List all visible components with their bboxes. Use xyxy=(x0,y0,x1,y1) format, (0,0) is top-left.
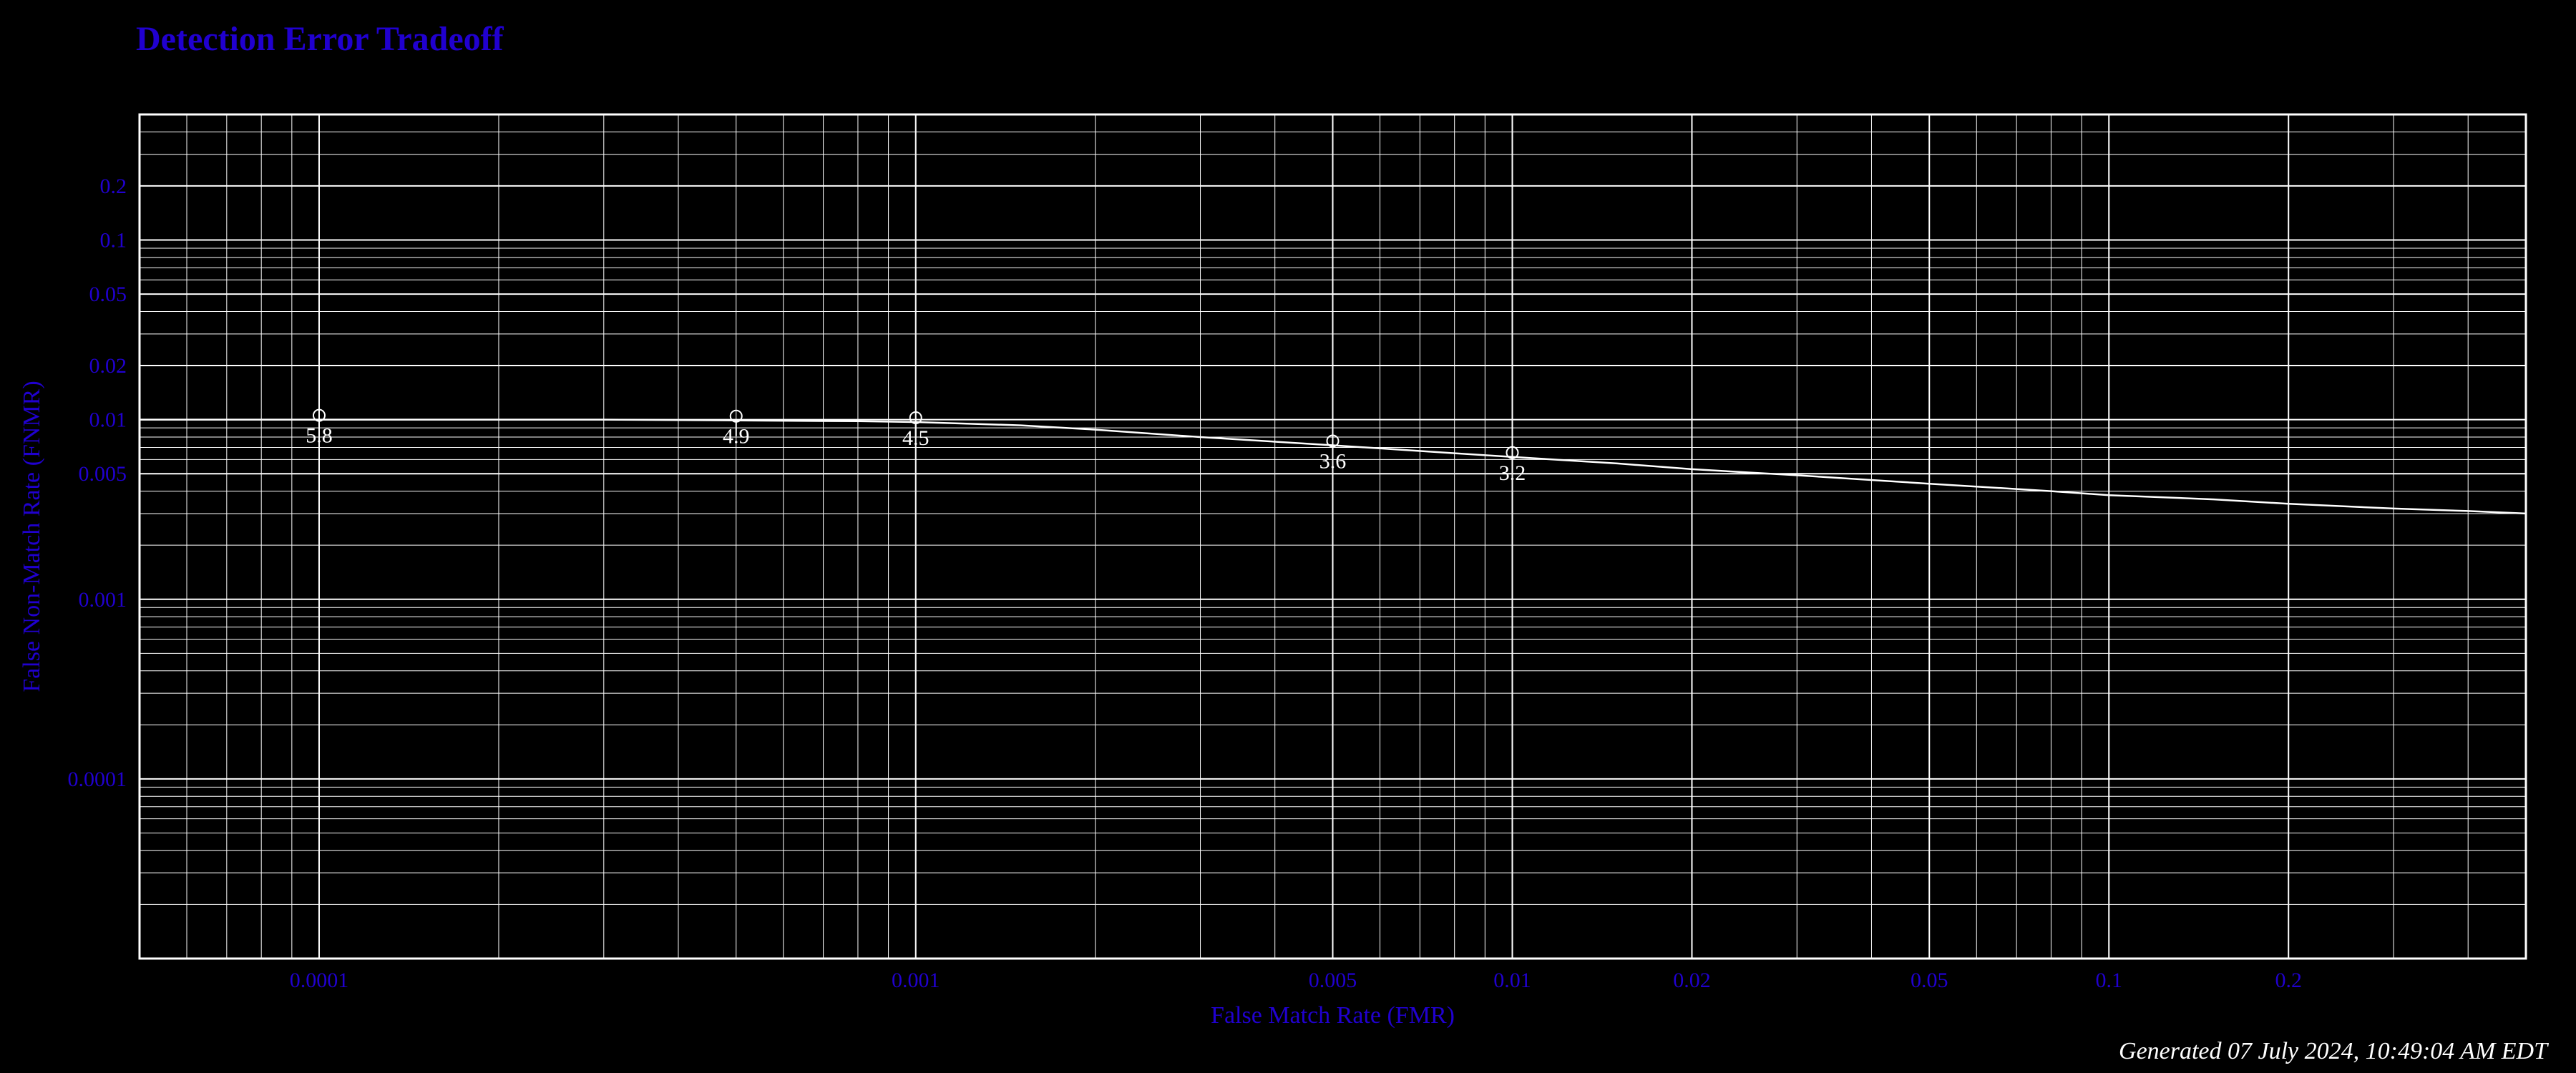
x-tick-label: 0.0001 xyxy=(290,969,349,992)
y-tick-label: 0.0001 xyxy=(68,768,127,791)
y-tick-label: 0.1 xyxy=(100,229,127,253)
y-axis-label: False Non-Match Rate (FNMR) xyxy=(19,381,45,692)
y-tick-label: 0.2 xyxy=(100,175,127,198)
x-tick-label: 0.2 xyxy=(2275,969,2302,992)
x-tick-label: 0.02 xyxy=(1673,969,1711,992)
chart-title: Detection Error Tradeoff xyxy=(136,20,504,58)
x-tick-label: 0.01 xyxy=(1493,969,1531,992)
threshold-label: 3.2 xyxy=(1499,461,1526,485)
y-tick-label: 0.01 xyxy=(89,408,127,432)
grid-major xyxy=(140,114,2526,959)
y-tick-label: 0.001 xyxy=(79,588,127,612)
y-tick-label: 0.005 xyxy=(79,462,127,486)
det-chart: Detection Error Tradeoff 0.00010.0010.00… xyxy=(0,0,2576,1073)
y-tick-label: 0.02 xyxy=(89,354,127,378)
x-tick-label: 0.1 xyxy=(2095,969,2122,992)
threshold-label: 5.8 xyxy=(306,424,333,448)
threshold-label: 4.5 xyxy=(902,426,930,450)
x-tick-label: 0.05 xyxy=(1911,969,1948,992)
x-axis-label: False Match Rate (FMR) xyxy=(1211,1002,1455,1029)
x-tick-label: 0.005 xyxy=(1309,969,1357,992)
plot-area: 0.0001 0.001 0.005 0.01 0.02 0.05 0.1 0.2 0.0001… xyxy=(68,114,2527,992)
timestamp-label: Generated 07 July 2024, 10:49:04 AM EDT xyxy=(2119,1038,2549,1064)
y-tick-label: 0.05 xyxy=(89,283,127,306)
x-tick-label: 0.001 xyxy=(892,969,940,992)
threshold-label: 3.6 xyxy=(1319,449,1347,473)
threshold-label: 4.9 xyxy=(723,425,750,449)
